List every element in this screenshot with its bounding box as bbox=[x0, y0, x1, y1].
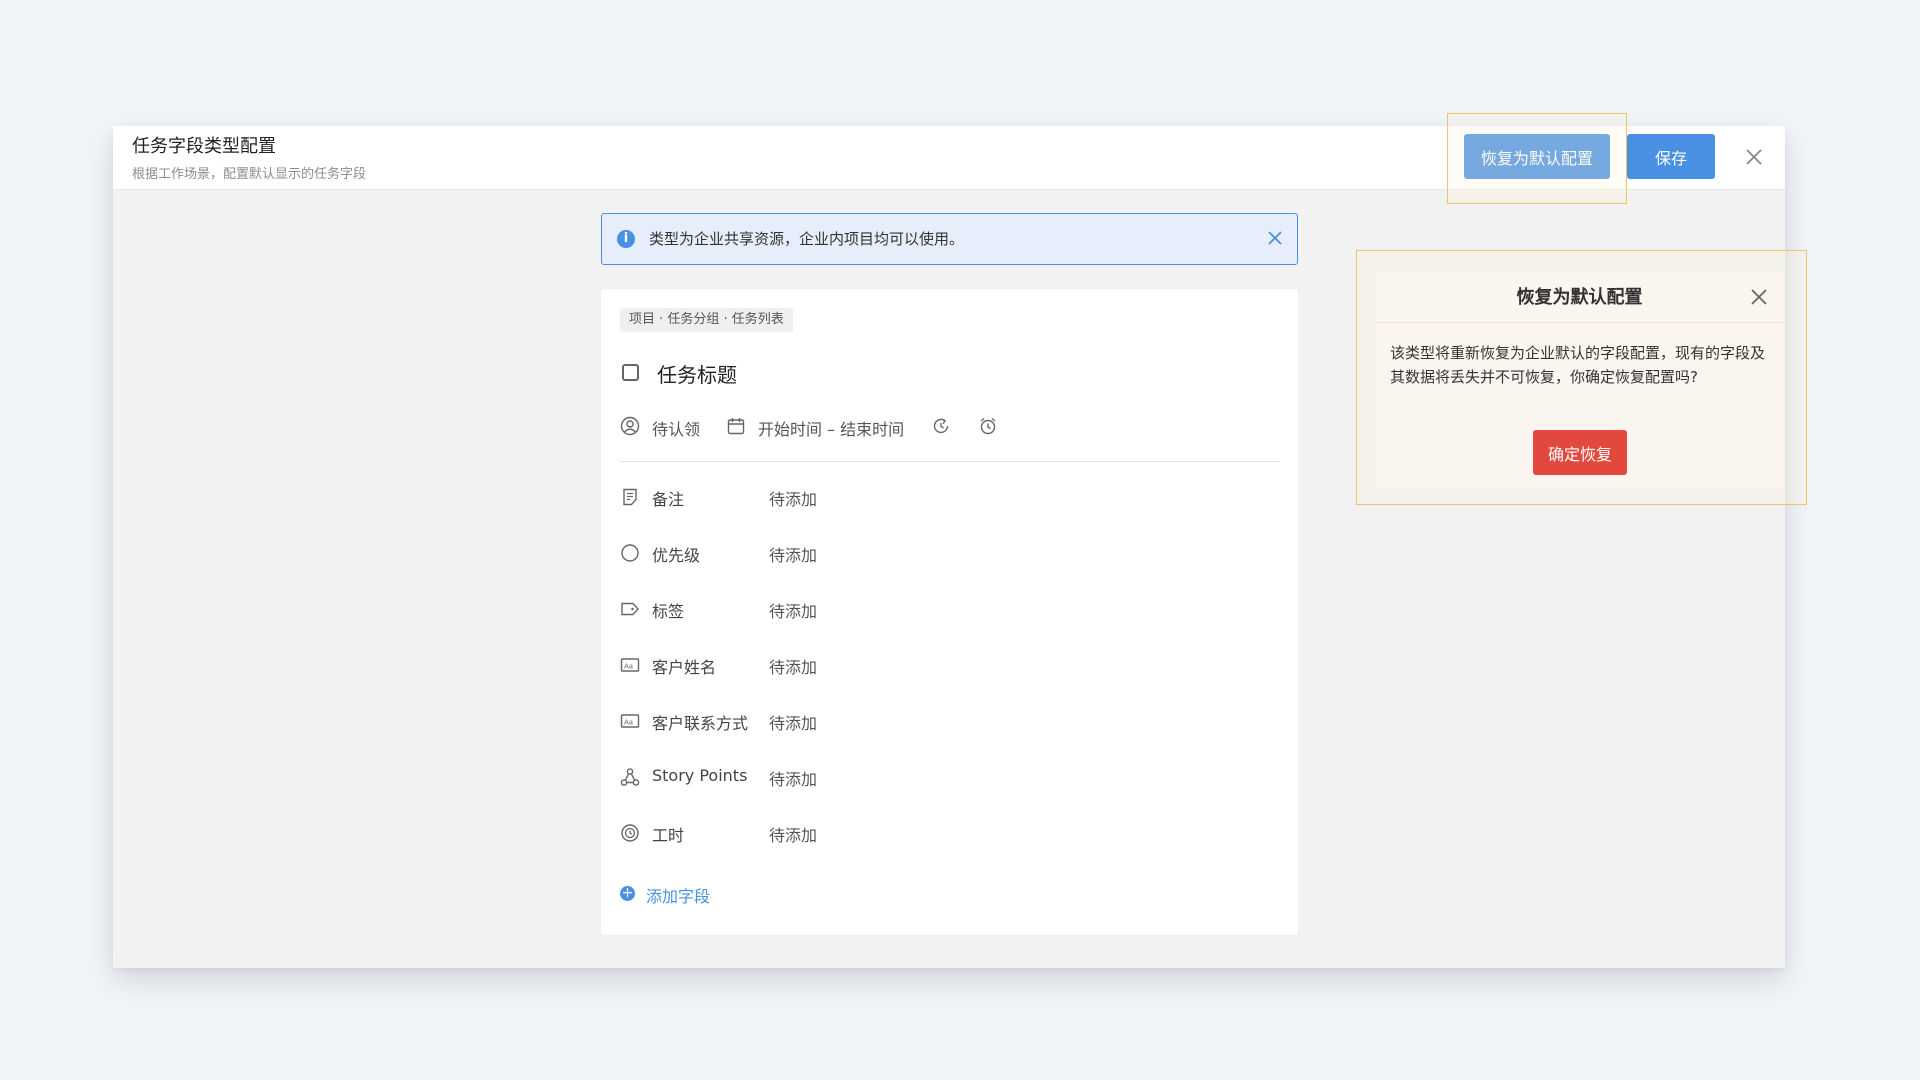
popover-header: 恢复为默认配置 bbox=[1375, 272, 1784, 323]
field-label: 优先级 bbox=[652, 546, 701, 565]
info-icon: i bbox=[617, 230, 635, 248]
breadcrumb: 项目 · 任务分组 · 任务列表 bbox=[620, 308, 793, 332]
text-field-icon: Aa bbox=[620, 714, 640, 728]
task-preview-card: 项目 · 任务分组 · 任务列表 任务标题 待认领 开始时间 – 结束时间 备注… bbox=[601, 289, 1298, 935]
plus-circle-icon: + bbox=[620, 885, 635, 901]
svg-text:Aa: Aa bbox=[624, 719, 633, 727]
close-alert-icon[interactable] bbox=[1266, 229, 1284, 247]
tag-icon bbox=[621, 602, 639, 616]
field-value[interactable]: 待添加 bbox=[769, 766, 817, 790]
field-value[interactable]: 待添加 bbox=[769, 542, 817, 566]
field-value[interactable]: 待添加 bbox=[769, 598, 817, 622]
repeat-icon[interactable] bbox=[931, 416, 951, 436]
assignee-text[interactable]: 待认领 bbox=[652, 416, 700, 440]
field-value[interactable]: 待添加 bbox=[769, 654, 817, 678]
field-label: 客户姓名 bbox=[652, 658, 717, 677]
task-checkbox[interactable] bbox=[622, 364, 639, 381]
popover-message: 该类型将重新恢复为企业默认的字段配置，现有的字段及其数据将丢失并不可恢复，你确定… bbox=[1390, 344, 1766, 386]
field-value[interactable]: 待添加 bbox=[769, 710, 817, 734]
priority-circle-icon bbox=[621, 544, 639, 562]
field-label: Story Points bbox=[652, 766, 748, 785]
field-label: 备注 bbox=[652, 490, 685, 509]
work-hours-icon bbox=[621, 824, 639, 842]
field-label: 工时 bbox=[652, 826, 685, 845]
add-field-label: 添加字段 bbox=[646, 887, 711, 906]
field-label: 标签 bbox=[652, 602, 685, 621]
info-alert: i 类型为企业共享资源，企业内项目均可以使用。 bbox=[601, 213, 1298, 265]
story-points-icon bbox=[620, 768, 640, 786]
time-range-text[interactable]: 开始时间 – 结束时间 bbox=[758, 416, 904, 440]
field-label: 客户联系方式 bbox=[652, 714, 749, 733]
svg-text:Aa: Aa bbox=[624, 663, 633, 671]
divider bbox=[620, 461, 1280, 462]
alarm-icon[interactable] bbox=[978, 416, 998, 436]
field-value[interactable]: 待添加 bbox=[769, 822, 817, 846]
alert-text: 类型为企业共享资源，企业内项目均可以使用。 bbox=[649, 230, 965, 248]
close-popover-icon[interactable] bbox=[1748, 286, 1770, 308]
page-title: 任务字段类型配置 bbox=[132, 136, 276, 157]
restore-button-highlight bbox=[1447, 113, 1627, 204]
page-subtitle: 根据工作场景，配置默认显示的任务字段 bbox=[132, 167, 367, 182]
confirm-restore-button[interactable]: 确定恢复 bbox=[1533, 430, 1627, 475]
restore-confirm-popover: 恢复为默认配置 该类型将重新恢复为企业默认的字段配置，现有的字段及其数据将丢失并… bbox=[1375, 272, 1784, 488]
close-window-icon[interactable] bbox=[1743, 146, 1765, 168]
field-value[interactable]: 待添加 bbox=[769, 486, 817, 510]
task-title: 任务标题 bbox=[657, 363, 737, 387]
text-field-icon: Aa bbox=[620, 658, 640, 672]
save-button[interactable]: 保存 bbox=[1627, 134, 1715, 179]
popover-title: 恢复为默认配置 bbox=[1516, 287, 1643, 308]
calendar-icon bbox=[727, 418, 745, 435]
assignee-icon bbox=[620, 416, 640, 436]
note-icon bbox=[623, 488, 637, 506]
